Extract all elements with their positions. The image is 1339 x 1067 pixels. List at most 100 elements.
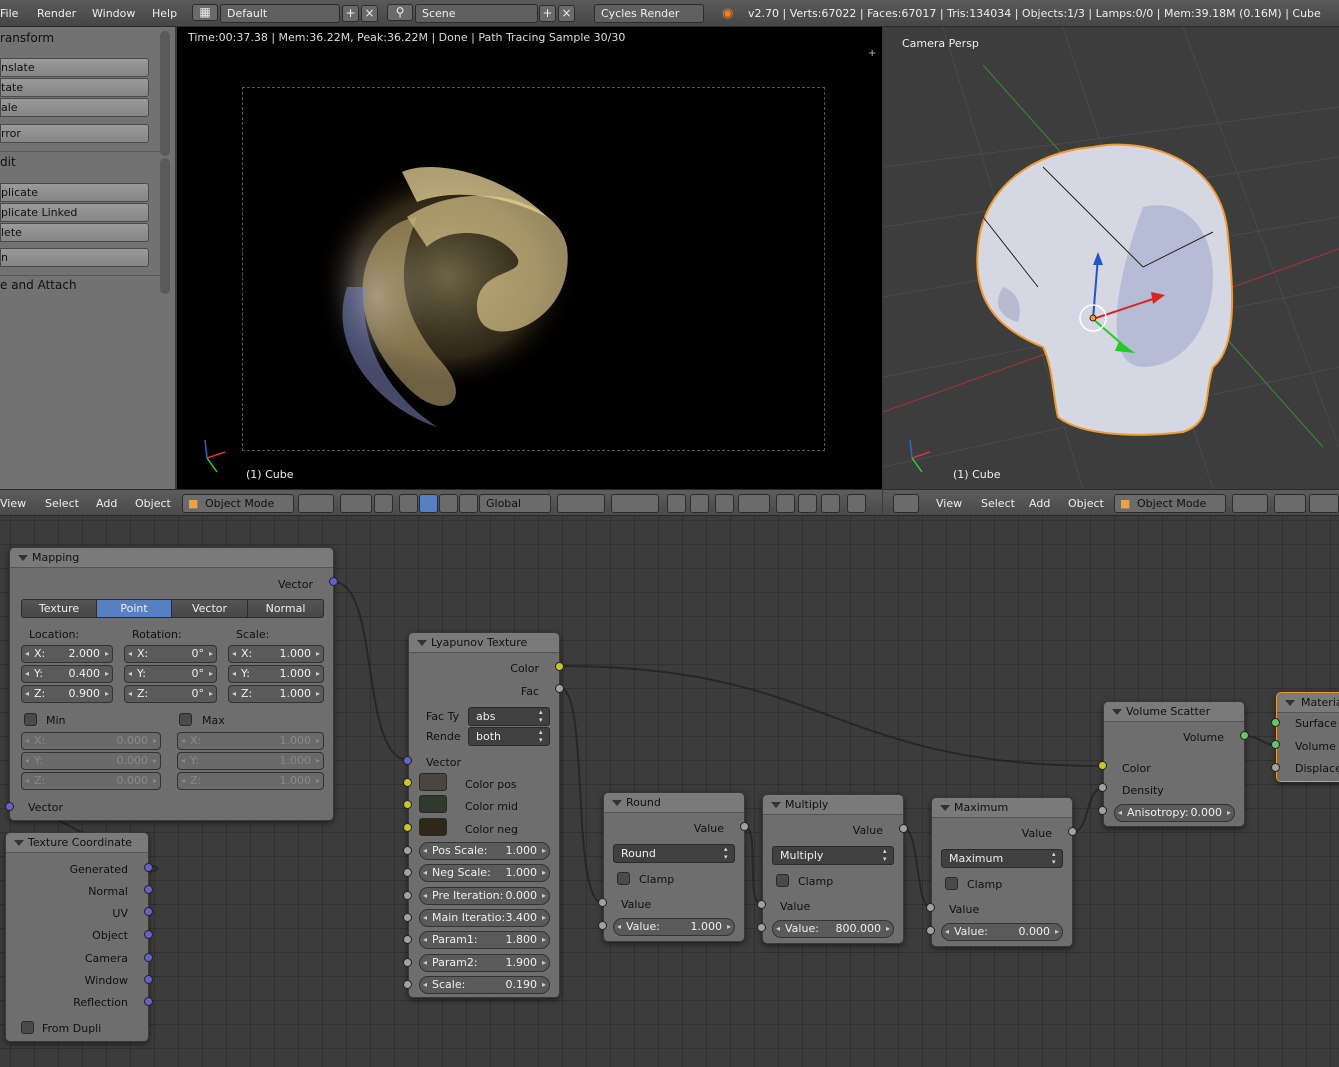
- pre-iteration-field[interactable]: Pre Iteration:0.000: [419, 887, 550, 905]
- round-node[interactable]: Round Value Round Clamp Value Value:1.00…: [603, 792, 745, 942]
- node-title[interactable]: Lyapunov Texture: [409, 633, 559, 653]
- operation-select[interactable]: Round: [613, 844, 735, 863]
- vector-input-socket[interactable]: [403, 756, 412, 765]
- normal-socket[interactable]: [144, 885, 153, 894]
- color-output-socket[interactable]: [555, 662, 564, 671]
- value-output-socket[interactable]: [899, 824, 908, 833]
- reflection-socket[interactable]: [144, 997, 153, 1006]
- window-socket[interactable]: [144, 975, 153, 984]
- clamp-checkbox[interactable]: [776, 874, 789, 887]
- anisotropy-field[interactable]: Anisotropy:0.000: [1114, 804, 1235, 822]
- min-checkbox[interactable]: [24, 713, 37, 726]
- surface-input-socket[interactable]: [1271, 718, 1280, 727]
- param1-socket[interactable]: [403, 935, 412, 944]
- node-title[interactable]: Texture Coordinate: [6, 833, 148, 853]
- value-input-socket[interactable]: [598, 921, 607, 930]
- fac-output-socket[interactable]: [555, 684, 564, 693]
- value-field[interactable]: Value:1.000: [613, 918, 735, 936]
- scale-field[interactable]: Scale:0.190: [419, 976, 550, 994]
- neg-scale-field[interactable]: Neg Scale:1.000: [419, 864, 550, 882]
- input-surface: Surface: [1295, 717, 1337, 730]
- value-output-socket[interactable]: [1068, 827, 1077, 836]
- anisotropy-input-socket[interactable]: [1098, 806, 1107, 815]
- pos-scale-socket[interactable]: [403, 846, 412, 855]
- color-neg-socket[interactable]: [403, 823, 412, 832]
- value-input-socket[interactable]: [598, 898, 607, 907]
- volume-scatter-node[interactable]: Volume Scatter Volume Color Density Anis…: [1103, 701, 1245, 827]
- texture-coordinate-node[interactable]: Texture Coordinate Generated Normal UV O…: [5, 832, 149, 1042]
- node-title[interactable]: Round: [604, 793, 744, 813]
- volume-input-socket[interactable]: [1271, 740, 1280, 749]
- color-input-socket[interactable]: [1098, 761, 1107, 770]
- location-z-field[interactable]: Z:0.900: [21, 685, 113, 703]
- scale-z-field[interactable]: Z:1.000: [228, 685, 324, 703]
- node-title[interactable]: Maximum: [932, 798, 1072, 818]
- fac-type-select[interactable]: abs: [468, 707, 550, 726]
- max-z-field: Z:1.000: [177, 772, 324, 790]
- value-field[interactable]: Value:0.000: [941, 923, 1063, 941]
- output-object: Object: [92, 929, 128, 942]
- tab-point[interactable]: Point: [96, 599, 172, 618]
- object-socket[interactable]: [144, 930, 153, 939]
- mapping-node[interactable]: Mapping Vector Texture Point Vector Norm…: [9, 547, 334, 821]
- param1-field[interactable]: Param1:1.800: [419, 931, 550, 949]
- clamp-checkbox[interactable]: [945, 877, 958, 890]
- main-iteration-socket[interactable]: [403, 913, 412, 922]
- material-output-node[interactable]: Materia Surface Volume Displace: [1276, 692, 1339, 782]
- vector-output-socket[interactable]: [329, 577, 338, 586]
- scale-x-field[interactable]: X:1.000: [228, 645, 324, 663]
- pos-scale-field[interactable]: Pos Scale:1.000: [419, 842, 550, 860]
- color-pos-swatch[interactable]: [419, 773, 447, 791]
- tab-vector[interactable]: Vector: [171, 599, 248, 618]
- uv-socket[interactable]: [144, 907, 153, 916]
- value-field[interactable]: Value:800.000: [772, 920, 894, 938]
- input-displacement: Displace: [1295, 762, 1339, 775]
- location-x-field[interactable]: X:2.000: [21, 645, 113, 663]
- operation-select[interactable]: Maximum: [941, 849, 1063, 868]
- color-mid-swatch[interactable]: [419, 795, 447, 813]
- output-reflection: Reflection: [73, 996, 128, 1009]
- color-neg-swatch[interactable]: [419, 818, 447, 836]
- neg-scale-socket[interactable]: [403, 868, 412, 877]
- max-checkbox[interactable]: [179, 713, 192, 726]
- rotation-z-field[interactable]: Z:0°: [124, 685, 217, 703]
- render-select[interactable]: both: [468, 727, 550, 746]
- output-value: Value: [693, 822, 724, 835]
- pre-iteration-socket[interactable]: [403, 891, 412, 900]
- volume-output-socket[interactable]: [1240, 731, 1249, 740]
- lyapunov-texture-node[interactable]: Lyapunov Texture Color Fac Fac Ty abs Re…: [408, 632, 560, 998]
- scale-y-field[interactable]: Y:1.000: [228, 665, 324, 683]
- rotation-x-field[interactable]: X:0°: [124, 645, 217, 663]
- scale-socket[interactable]: [403, 980, 412, 989]
- node-title[interactable]: Multiply: [763, 795, 903, 815]
- value-input-socket[interactable]: [926, 926, 935, 935]
- maximum-node[interactable]: Maximum Value Maximum Clamp Value Value:…: [931, 797, 1073, 947]
- node-title[interactable]: Materia: [1277, 693, 1339, 713]
- generated-socket[interactable]: [144, 863, 153, 872]
- node-title[interactable]: Mapping: [10, 548, 333, 568]
- scale-label: Scale:: [236, 628, 270, 641]
- tab-texture[interactable]: Texture: [21, 599, 97, 618]
- value-input-socket[interactable]: [757, 923, 766, 932]
- displacement-input-socket[interactable]: [1271, 763, 1280, 772]
- clamp-checkbox[interactable]: [617, 872, 630, 885]
- node-title[interactable]: Volume Scatter: [1104, 702, 1244, 722]
- density-input-socket[interactable]: [1098, 783, 1107, 792]
- color-mid-socket[interactable]: [403, 800, 412, 809]
- multiply-node[interactable]: Multiply Value Multiply Clamp Value Valu…: [762, 794, 904, 944]
- value-output-socket[interactable]: [740, 822, 749, 831]
- main-iteration-field[interactable]: Main Iteratio:3.400: [419, 909, 550, 927]
- rotation-y-field[interactable]: Y:0°: [124, 665, 217, 683]
- color-pos-socket[interactable]: [403, 778, 412, 787]
- output-label: Vector: [277, 578, 313, 591]
- camera-socket[interactable]: [144, 953, 153, 962]
- value-input-socket[interactable]: [926, 903, 935, 912]
- param2-field[interactable]: Param2:1.900: [419, 954, 550, 972]
- vector-input-socket[interactable]: [5, 802, 14, 811]
- tab-normal[interactable]: Normal: [247, 599, 324, 618]
- value-input-socket[interactable]: [757, 900, 766, 909]
- location-y-field[interactable]: Y:0.400: [21, 665, 113, 683]
- from-dupli-checkbox[interactable]: [21, 1021, 34, 1034]
- operation-select[interactable]: Multiply: [772, 846, 894, 865]
- param2-socket[interactable]: [403, 958, 412, 967]
